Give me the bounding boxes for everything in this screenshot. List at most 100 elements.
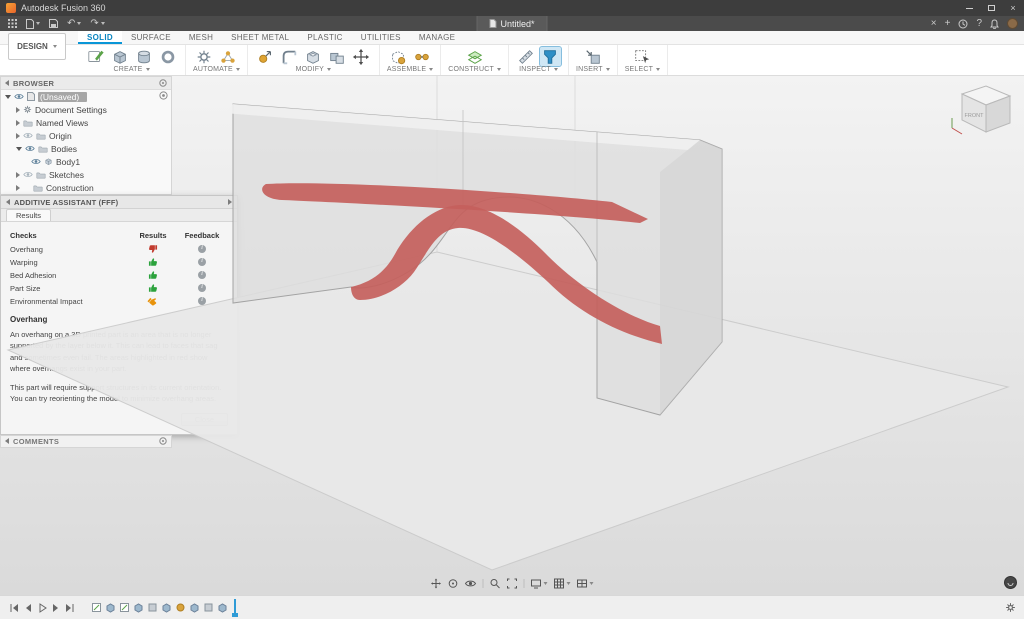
measure-button[interactable] (516, 47, 537, 66)
notifications-button[interactable] (990, 19, 999, 29)
tab-plastic[interactable]: PLASTIC (298, 31, 351, 44)
timeline-skip-end-button[interactable] (64, 601, 76, 614)
maximize-button[interactable] (980, 0, 1002, 16)
create-caret-icon (146, 68, 150, 71)
timeline-extrude-feature-icon[interactable] (132, 601, 144, 614)
grid-settings-button[interactable] (554, 578, 571, 589)
fit-button[interactable] (507, 578, 518, 589)
tab-mesh[interactable]: MESH (180, 31, 222, 44)
timeline-position-marker[interactable] (234, 599, 236, 616)
orbit-button[interactable] (448, 578, 459, 589)
press-pull-button[interactable] (255, 47, 276, 66)
file-menu-button[interactable] (26, 19, 40, 29)
info-icon[interactable] (198, 297, 206, 305)
combine-button[interactable] (327, 47, 348, 66)
timeline-step-forward-button[interactable] (50, 601, 62, 614)
status-badge-icon[interactable] (1004, 576, 1017, 589)
construct-dropdown[interactable]: CONSTRUCT (448, 66, 501, 74)
timeline-settings-button[interactable] (1004, 601, 1016, 614)
inspect-dropdown[interactable]: INSPECT (519, 66, 558, 74)
title-bar: Autodesk Fusion 360 × (0, 0, 1024, 16)
timeline-modify-feature-icon[interactable] (146, 601, 158, 614)
insert-button[interactable] (582, 47, 603, 66)
select-button[interactable] (632, 47, 653, 66)
timeline-sketch-feature-icon[interactable] (118, 601, 130, 614)
user-avatar[interactable] (1007, 18, 1018, 29)
shell-icon (304, 48, 322, 66)
info-icon[interactable] (198, 258, 206, 266)
timeline-step-back-button[interactable] (22, 601, 34, 614)
zoom-button[interactable] (490, 578, 501, 589)
timeline-extrude-feature-icon[interactable] (188, 601, 200, 614)
undo-icon: ↶ (67, 19, 75, 29)
create-box-button[interactable] (109, 47, 130, 66)
new-tab-button[interactable]: + (945, 19, 951, 29)
joint-button[interactable] (412, 47, 433, 66)
construct-plane-button[interactable] (464, 47, 485, 66)
help-button[interactable]: ? (976, 19, 982, 29)
timeline-extrude-feature-icon[interactable] (104, 601, 116, 614)
tab-close-button[interactable]: × (931, 19, 937, 29)
automate-configure-button[interactable] (194, 47, 215, 66)
tab-sheet-metal[interactable]: SHEET METAL (222, 31, 298, 44)
create-sketch-button[interactable] (85, 47, 106, 66)
toolbar-group-automate: AUTOMATE (186, 45, 248, 75)
insert-dropdown[interactable]: INSERT (576, 66, 610, 74)
timeline-bar (0, 595, 1024, 619)
timeline-extrude-feature-icon[interactable] (216, 601, 228, 614)
construction-plane-icon (466, 48, 484, 66)
close-button[interactable]: × (1002, 0, 1024, 16)
new-component-button[interactable] (388, 47, 409, 66)
3d-viewport-scene[interactable] (0, 76, 1024, 595)
timeline-skip-start-button[interactable] (8, 601, 20, 614)
assemble-dropdown[interactable]: ASSEMBLE (387, 66, 433, 74)
3d-viewport[interactable]: FRONT BROWSER (Unsaved) Docu (0, 76, 1024, 595)
timeline-extrude-feature-icon[interactable] (160, 601, 172, 614)
save-button[interactable] (49, 19, 58, 28)
tab-solid[interactable]: SOLID (78, 31, 122, 44)
redo-button[interactable]: ↷ (90, 19, 104, 29)
app-grid-button[interactable] (8, 19, 17, 28)
timeline-modify-feature-icon[interactable] (202, 601, 214, 614)
automate-nodes-button[interactable] (218, 47, 239, 66)
ribbon-toolbar: CREATE AUTOMATE MODIFY ASS (0, 45, 1024, 76)
display-settings-button[interactable] (531, 578, 548, 589)
timeline-sketch-feature-icon[interactable] (90, 601, 102, 614)
document-tab[interactable]: Untitled* (476, 16, 547, 31)
view-cube[interactable]: FRONT (944, 80, 1020, 142)
navigation-bar (423, 576, 602, 591)
viewports-caret-icon (590, 582, 594, 585)
workspace-selector-button[interactable]: DESIGN (8, 33, 66, 60)
info-icon[interactable] (198, 245, 206, 253)
additive-assistant-button[interactable] (540, 47, 561, 66)
torus-icon (159, 48, 177, 66)
undo-button[interactable]: ↶ (67, 19, 81, 29)
timeline-joint-feature-icon[interactable] (174, 601, 186, 614)
create-torus-button[interactable] (157, 47, 178, 66)
timeline-play-button[interactable] (36, 601, 48, 614)
pan-button[interactable] (431, 578, 442, 589)
info-icon[interactable] (198, 284, 206, 292)
viewports-button[interactable] (577, 578, 594, 589)
job-status-button[interactable] (958, 19, 968, 29)
create-cylinder-button[interactable] (133, 47, 154, 66)
tab-surface[interactable]: SURFACE (122, 31, 180, 44)
tab-manage[interactable]: MANAGE (410, 31, 464, 44)
select-dropdown[interactable]: SELECT (625, 66, 660, 74)
move-copy-button[interactable] (351, 47, 372, 66)
fillet-button[interactable] (279, 47, 300, 66)
info-icon[interactable] (198, 271, 206, 279)
modify-dropdown[interactable]: MODIFY (296, 66, 331, 74)
redo-caret-icon (101, 22, 105, 25)
create-dropdown[interactable]: CREATE (113, 66, 149, 74)
look-at-button[interactable] (465, 579, 477, 588)
automate-caret-icon (236, 68, 240, 71)
modify-group-label: MODIFY (296, 66, 324, 73)
tab-close-icon: × (931, 19, 937, 29)
app-title: Autodesk Fusion 360 (21, 3, 106, 13)
tab-utilities[interactable]: UTILITIES (352, 31, 410, 44)
automate-dropdown[interactable]: AUTOMATE (193, 66, 240, 74)
minimize-button[interactable] (958, 0, 980, 16)
nodes-icon (219, 48, 237, 66)
shell-button[interactable] (303, 47, 324, 66)
